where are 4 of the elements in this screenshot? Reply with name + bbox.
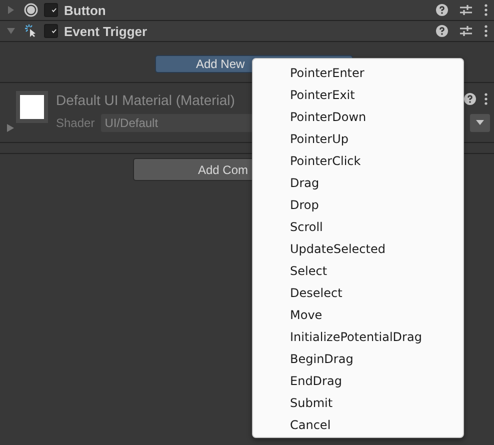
component-title: Event Trigger (64, 24, 148, 38)
shader-label: Shader (56, 116, 95, 130)
component-title: Button (64, 2, 106, 18)
material-title: Default UI Material (Material) (56, 92, 235, 108)
